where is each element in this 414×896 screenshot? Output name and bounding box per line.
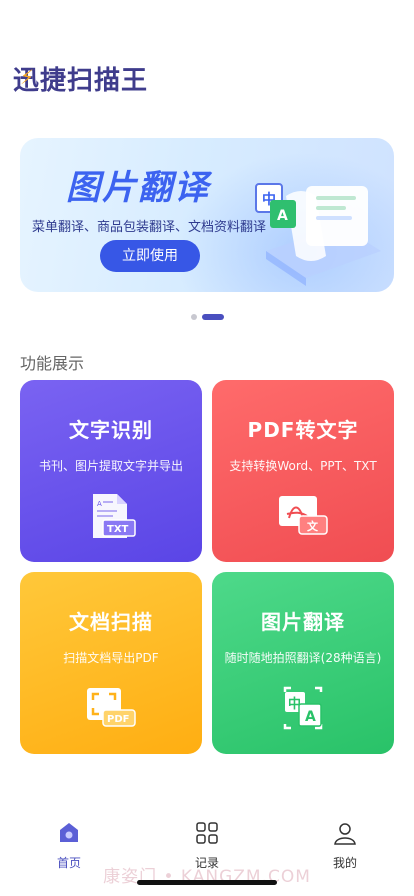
app-title: ⚡ 迅捷扫描王 [13,60,148,97]
feature-card-document-scan[interactable]: 文档扫描 扫描文档导出PDF PDF [20,572,202,754]
svg-text:TXT: TXT [107,524,129,535]
feature-title: 文字识别 [69,418,153,442]
home-icon [60,823,78,842]
feature-card-text-recognition[interactable]: 文字识别 书刊、图片提取文字并导出 A TXT [20,380,202,562]
use-now-button[interactable]: 立即使用 [100,240,200,272]
nav-mine[interactable]: 我的 [300,810,390,870]
scan-pdf-icon: PDF [87,688,136,727]
svg-text:A: A [305,709,316,725]
svg-text:A: A [97,500,102,508]
grid-icon [196,822,218,844]
feature-desc: 随时随地拍照翻译(28种语言) [224,651,382,665]
feature-desc: 支持转换Word、PPT、TXT [229,459,377,473]
banner-title: 图片翻译 [66,168,210,208]
pager-dot[interactable] [190,314,197,320]
pdf-convert-icon: 文 [279,496,328,535]
bottom-nav: 首页 记录 我的 [0,810,414,870]
feature-title: 文档扫描 [69,610,153,634]
feature-title: 图片翻译 [261,610,345,634]
svg-text:A: A [277,208,288,224]
feature-desc: 扫描文档导出PDF [63,651,159,665]
svg-text:文: 文 [307,519,319,533]
pager-dot-active[interactable] [201,314,224,320]
banner-subtitle: 菜单翻译、商品包装翻译、文档资料翻译 [32,220,267,235]
feature-title: PDF转文字 [247,418,359,442]
banner-pager[interactable] [0,314,414,320]
translate-illustration-icon: 中 A [255,183,381,286]
nav-home[interactable]: 首页 [24,810,114,870]
user-icon [334,823,356,845]
svg-text:PDF: PDF [107,714,129,725]
promo-banner[interactable]: 图片翻译 菜单翻译、商品包装翻译、文档资料翻译 立即使用 中 A [20,138,394,292]
txt-document-icon: A TXT [93,494,136,538]
feature-card-pdf-to-text[interactable]: PDF转文字 支持转换Word、PPT、TXT 文 [212,380,394,562]
translate-icon: 中 A [283,686,323,730]
feature-card-image-translate[interactable]: 图片翻译 随时随地拍照翻译(28种语言) 中 A [212,572,394,754]
nav-records[interactable]: 记录 [162,810,252,870]
feature-desc: 书刊、图片提取文字并导出 [38,459,183,473]
home-indicator [137,880,277,885]
section-title: 功能展示 [20,354,85,373]
lightning-icon: ⚡ [20,64,36,89]
